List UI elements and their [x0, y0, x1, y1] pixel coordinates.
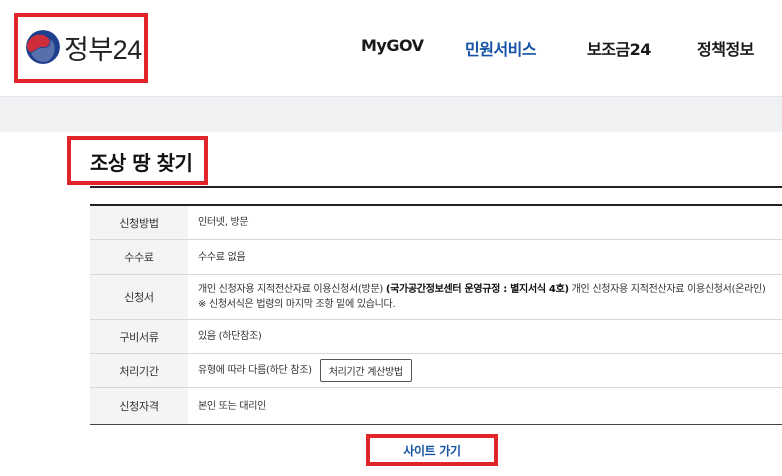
highlight-box-go-button: [366, 434, 498, 466]
row-label: 수수료: [90, 240, 188, 274]
row-value: 인터넷, 방문: [198, 217, 249, 228]
row-label: 신청서: [90, 275, 188, 319]
form-link-visit[interactable]: 개인 신청자용 지적전산자료 이용신청서(방문): [198, 284, 386, 295]
row-label: 신청방법: [90, 206, 188, 239]
table-row-method: 신청방법 인터넷, 방문: [90, 206, 782, 240]
row-label: 처리기간: [90, 354, 188, 387]
processing-period-calc-button[interactable]: 처리기간 계산방법: [319, 359, 412, 382]
title-divider: [90, 186, 782, 188]
table-row-fee: 수수료 수수료 없음: [90, 240, 782, 275]
row-value: 있음 (하단참조): [198, 331, 262, 342]
table-row-eligibility: 신청자격 본인 또는 대리인: [90, 388, 782, 424]
row-value: 수수료 없음: [198, 251, 246, 263]
nav-civil-service[interactable]: 민원서비스: [465, 36, 537, 60]
form-regulation: (국가공간정보센터 운영규정 : 별지서식 4호): [385, 284, 569, 295]
nav-subsidy24[interactable]: 보조금24: [587, 36, 651, 60]
row-value: 본인 또는 대리인: [198, 400, 267, 412]
sub-header-band: [0, 96, 782, 132]
main-nav: MyGOV 민원서비스 보조금24 정책정보: [0, 36, 782, 60]
form-link-online[interactable]: 개인 신청자용 지적전산자료 이용신청서(온라인): [569, 284, 766, 295]
table-row-documents: 구비서류 있음 (하단참조): [90, 320, 782, 354]
row-label: 구비서류: [90, 320, 188, 353]
info-table: 신청방법 인터넷, 방문 수수료 수수료 없음 신청서 개인 신청자용 지적전산…: [90, 204, 782, 425]
highlight-box-title: [67, 136, 208, 185]
row-value: 유형에 따라 다름(하단 참조) 처리기간 계산방법: [188, 354, 782, 387]
table-row-processing-period: 처리기간 유형에 따라 다름(하단 참조) 처리기간 계산방법: [90, 354, 782, 388]
row-label: 신청자격: [90, 388, 188, 424]
form-note: ※ 신청서식은 법령의 마지막 조항 밑에 있습니다.: [198, 299, 396, 310]
row-value: 개인 신청자용 지적전산자료 이용신청서(방문) (국가공간정보센터 운영규정 …: [188, 275, 782, 319]
nav-mygov[interactable]: MyGOV: [361, 36, 424, 55]
nav-policy-info[interactable]: 정책정보: [697, 36, 754, 60]
table-row-application-form: 신청서 개인 신청자용 지적전산자료 이용신청서(방문) (국가공간정보센터 운…: [90, 275, 782, 320]
